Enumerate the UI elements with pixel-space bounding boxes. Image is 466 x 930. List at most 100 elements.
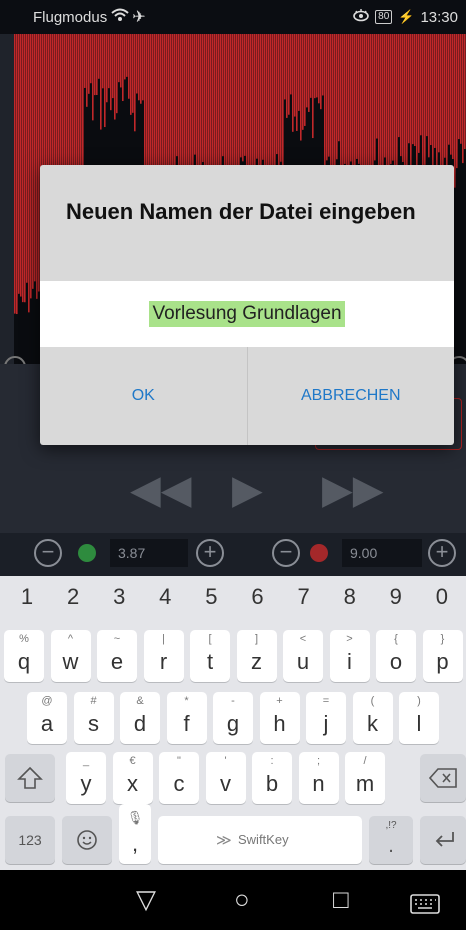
letter-key[interactable]: ] z (236, 630, 277, 682)
letter-key[interactable]: {o (376, 630, 416, 682)
rename-dialog: Neuen Namen der Datei eingeben Vorlesung… (40, 165, 454, 445)
key-label: a (40, 711, 54, 736)
start-increase-button[interactable]: + (196, 539, 224, 567)
letter-key[interactable]: " c (159, 752, 199, 804)
letter-key[interactable]: + h (259, 692, 300, 744)
shift-key[interactable] (5, 754, 55, 802)
letter-key[interactable]: @ a (27, 692, 67, 744)
key-label: h (273, 711, 286, 736)
numbers-mode-key[interactable]: 123 (5, 816, 55, 864)
letter-key[interactable]: ; n (298, 752, 339, 804)
key-label: c (173, 771, 185, 796)
number-key[interactable]: 3 (97, 584, 141, 610)
key-secondary-label: : (270, 755, 274, 767)
space-label: SwiftKey (238, 832, 289, 847)
key-label: m (355, 771, 375, 796)
key-secondary-label: ( (370, 695, 375, 707)
key-label: x (127, 771, 138, 796)
navigation-bar: ▽ ○ □ (0, 870, 466, 930)
number-key[interactable]: 4 (143, 584, 187, 610)
key-secondary-label: % (19, 633, 29, 645)
letter-key[interactable]: # s (73, 692, 114, 744)
key-label: s (88, 711, 99, 736)
letter-key[interactable]: :b (252, 752, 292, 804)
key-label: w (62, 649, 79, 674)
key-label: z (251, 649, 262, 674)
comma-label: , (131, 831, 139, 856)
letter-key[interactable]: & d (120, 692, 160, 744)
number-key[interactable]: 6 (236, 584, 280, 610)
number-key[interactable]: 9 (374, 584, 418, 610)
key-secondary-label: - (231, 695, 235, 707)
period-sub-label: ,!? (385, 820, 397, 831)
key-label: r (159, 649, 168, 674)
key-label: t (206, 649, 214, 674)
end-decrease-button[interactable]: − (272, 539, 300, 567)
rewind-icon[interactable]: ◀◀ (130, 470, 192, 510)
letter-key[interactable]: (k (352, 692, 393, 744)
letter-key[interactable]: -g (213, 692, 253, 744)
key-label: e (110, 649, 124, 674)
letter-key[interactable]: € x (112, 752, 153, 804)
screen: Flugmodus ✈ 80 ⚡ 13:30 ◀◀ ▶ ▶▶ − 3.87 + … (0, 0, 466, 930)
emoji-key[interactable] (62, 816, 112, 864)
number-key[interactable]: 7 (282, 584, 326, 610)
letter-key[interactable]: % q (4, 630, 44, 682)
cancel-button[interactable]: ABBRECHEN (248, 347, 455, 445)
airplane-mode-label: Flugmodus (33, 8, 108, 26)
wifi-icon (111, 8, 129, 26)
end-value[interactable]: 9.00 (342, 539, 422, 567)
letter-key[interactable]: [t (190, 630, 230, 682)
enter-key[interactable] (420, 816, 466, 864)
ok-button[interactable]: OK (40, 347, 247, 445)
letter-key[interactable]: ^ w (50, 630, 91, 682)
play-icon[interactable]: ▶ (232, 470, 263, 510)
key-secondary-label: ' (224, 755, 227, 767)
fast-forward-icon[interactable]: ▶▶ (322, 470, 384, 510)
letter-key[interactable]: = j (306, 692, 346, 744)
period-key[interactable]: ,!? . (369, 816, 413, 864)
start-decrease-button[interactable]: − (34, 539, 62, 567)
recents-icon[interactable]: □ (333, 884, 349, 914)
key-secondary-label: _ (82, 755, 90, 767)
backspace-key[interactable] (420, 754, 466, 802)
key-label: l (416, 711, 422, 736)
period-label: . (388, 835, 394, 857)
letter-key[interactable]: | r (143, 630, 184, 682)
filename-input[interactable]: Vorlesung Grundlagen (40, 281, 454, 347)
home-icon[interactable]: ○ (234, 884, 250, 914)
status-bar: Flugmodus ✈ 80 ⚡ 13:30 (0, 0, 466, 34)
start-value[interactable]: 3.87 (110, 539, 188, 567)
letter-key[interactable]: * f (166, 692, 207, 744)
letter-key[interactable]: } p (422, 630, 463, 682)
number-key[interactable]: 8 (328, 584, 372, 610)
keyboard-icon[interactable] (410, 890, 440, 920)
keyboard: 1234567890 % q ^ w ~ e | r[t] z < u > i{o} p @ a # s & d * f… (0, 576, 466, 870)
letter-key[interactable]: ' v (205, 752, 246, 804)
key-label: v (220, 771, 231, 796)
key-secondary-label: + (276, 695, 283, 707)
key-label: o (389, 649, 403, 674)
number-key[interactable]: 5 (189, 584, 233, 610)
number-key[interactable]: 0 (420, 584, 464, 610)
key-secondary-label: € (129, 755, 136, 767)
dialog-buttons: OK ABBRECHEN (40, 347, 454, 445)
key-secondary-label: ; (316, 755, 321, 767)
back-icon[interactable]: ▽ (136, 884, 156, 914)
letter-key[interactable]: ) l (399, 692, 439, 744)
letter-key[interactable]: ~ e (97, 630, 137, 682)
emoji-icon (77, 830, 97, 850)
enter-icon (435, 832, 454, 847)
airplane-icon: ✈ (132, 9, 146, 26)
comma-key[interactable]: 🎙 , (119, 804, 151, 864)
end-increase-button[interactable]: + (428, 539, 456, 567)
letter-key[interactable]: < u (283, 630, 323, 682)
letter-key[interactable]: _ y (66, 752, 106, 804)
letter-key[interactable]: > i (329, 630, 370, 682)
letter-key[interactable]: / m (345, 752, 385, 804)
number-key[interactable]: 2 (51, 584, 95, 610)
key-label: k (367, 711, 378, 736)
space-key[interactable]: ≫ SwiftKey (158, 816, 362, 864)
key-secondary-label: ^ (67, 633, 74, 645)
number-key[interactable]: 1 (5, 584, 49, 610)
